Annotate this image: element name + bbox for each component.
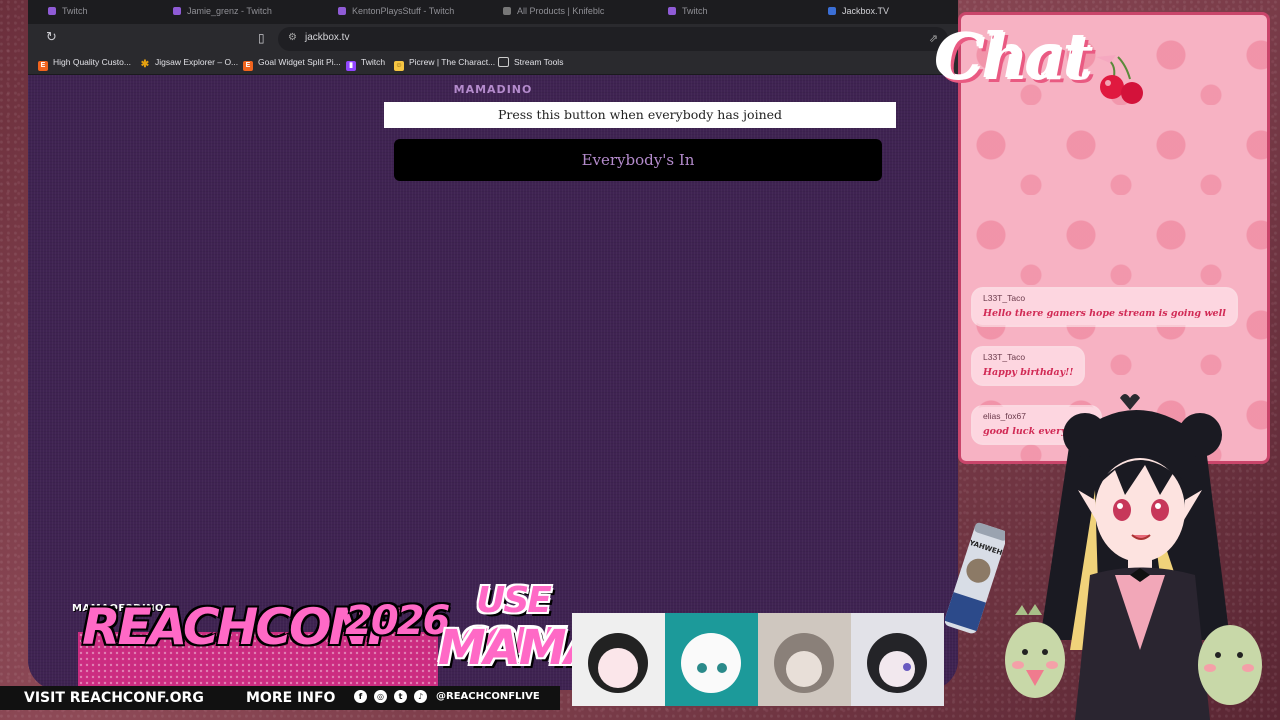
bookmark-item[interactable]: ✱ Jigsaw Explorer – O...	[140, 57, 238, 70]
chat-message: L33T_Taco Happy birthday!!	[973, 348, 1084, 384]
instagram-icon: ◎	[374, 690, 387, 703]
twitch-icon	[338, 7, 346, 15]
reload-icon[interactable]: ↻	[46, 31, 60, 45]
browser-tab-active[interactable]: Jackbox.TV	[828, 6, 938, 20]
jackbox-icon	[828, 7, 836, 15]
url-text: jackbox.tv	[305, 32, 350, 43]
address-bar: ↻ ▯ ⚙ jackbox.tv ⇗	[28, 24, 958, 54]
more-info-label: MORE INFO	[246, 690, 336, 706]
etsy-icon: E	[38, 61, 48, 71]
bookmark-item[interactable]: E High Quality Custo...	[38, 57, 131, 71]
vtuber-avatar	[1005, 394, 1262, 720]
tiktok-icon: ♪	[414, 690, 427, 703]
browser-tab[interactable]: Jamie_grenz - Twitch	[173, 6, 313, 20]
visit-link: VISIT REACHCONF.ORG	[24, 690, 204, 706]
folder-icon	[498, 57, 509, 67]
bookmark-icon[interactable]: ▯	[258, 31, 268, 45]
chat-username: L33T_Taco	[983, 293, 1026, 303]
browser-tab[interactable]: All Products | Knifeblc	[503, 6, 633, 20]
twitter-icon: t	[394, 690, 407, 703]
everybody-in-button[interactable]: Everybody's In	[394, 139, 882, 181]
player-name: MAMADINO	[453, 83, 533, 96]
bookmark-folder[interactable]: Stream Tools	[498, 57, 563, 67]
browser-tab[interactable]: Twitch	[668, 6, 788, 20]
twitch-icon	[173, 7, 181, 15]
promo-code-box: USE CODE MAMA	[438, 580, 602, 690]
twitch-icon	[668, 7, 676, 15]
promo-code: MAMA	[438, 620, 602, 676]
facebook-icon: f	[354, 690, 367, 703]
artist-portrait-strip	[572, 613, 944, 706]
social-handle: @REACHCONFLIVE	[436, 691, 540, 702]
chat-username: L33T_Taco	[983, 352, 1026, 362]
twitch-icon: ▮	[346, 61, 356, 71]
chat-text: Hello there gamers hope stream is going …	[983, 308, 1226, 319]
tab-strip: Twitch Jamie_grenz - Twitch KentonPlaysS…	[28, 0, 958, 24]
twitch-icon	[48, 7, 56, 15]
browser-tab[interactable]: KentonPlaysStuff - Twitch	[338, 6, 488, 20]
store-icon	[503, 7, 511, 15]
bookmark-item[interactable]: ▮ Twitch	[346, 57, 385, 71]
url-field[interactable]: ⚙ jackbox.tv ⇗	[278, 27, 948, 51]
chat-text: Happy birthday!!	[983, 367, 1074, 378]
cherry-icon	[1096, 55, 1143, 104]
bookmark-item[interactable]: ☺ Picrew | The Charact...	[394, 57, 495, 71]
etsy-icon: E	[243, 61, 253, 71]
site-info-icon[interactable]: ⚙	[288, 32, 297, 43]
bookmark-item[interactable]: E Goal Widget Split Pi...	[243, 57, 341, 71]
bookmarks-bar: E High Quality Custo... ✱ Jigsaw Explorer …	[28, 54, 958, 75]
instruction-banner: Press this button when everybody has joi…	[384, 102, 896, 128]
picrew-icon: ☺	[394, 61, 404, 71]
event-year: 2026	[345, 598, 450, 644]
browser-tab[interactable]: Twitch	[48, 6, 158, 20]
jigsaw-icon: ✱	[140, 59, 150, 70]
chat-title: Chat	[936, 21, 1093, 94]
chat-message: L33T_Taco Hello there gamers hope stream…	[973, 289, 1236, 325]
